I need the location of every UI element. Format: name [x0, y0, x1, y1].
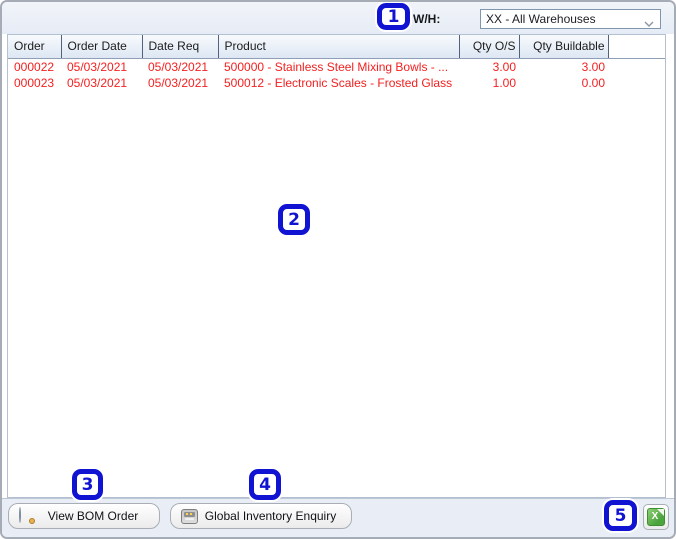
cell-qty-buildable: 0.00	[581, 75, 605, 90]
callout-2-number: 2	[288, 209, 300, 230]
bom-orders-window: W/H: XX - All Warehouses Order Order Dat…	[0, 0, 676, 539]
magnifier-icon	[19, 507, 35, 524]
cell-product: 500000 - Stainless Steel Mixing Bowls - …	[224, 59, 449, 74]
cell-date-req: 05/03/2021	[148, 75, 209, 90]
callout-1-number: 1	[387, 6, 400, 27]
cell-order-date: 05/03/2021	[67, 59, 128, 74]
cell-qty-os: 3.00	[492, 59, 516, 74]
excel-export-icon: X	[647, 508, 665, 526]
callout-3-number: 3	[81, 474, 94, 495]
cell-order: 000023	[14, 75, 55, 90]
global-inventory-enquiry-label: Global Inventory Enquiry	[204, 509, 337, 523]
column-header-order[interactable]: Order	[8, 35, 62, 59]
inventory-drawer-icon	[181, 508, 198, 524]
column-header-qty-buildable[interactable]: Qty Buildable	[519, 35, 609, 59]
warehouse-dropdown[interactable]: XX - All Warehouses	[480, 9, 661, 29]
annotation-callout-2: 2	[278, 204, 310, 235]
view-bom-order-label: View BOM Order	[47, 509, 139, 523]
cell-date-req: 05/03/2021	[148, 59, 209, 74]
annotation-callout-4: 4	[249, 469, 281, 500]
warehouse-label: W/H:	[413, 12, 441, 26]
column-header-order-date[interactable]: Order Date	[61, 35, 143, 59]
column-header-date-req[interactable]: Date Req	[142, 35, 219, 59]
cell-product: 500012 - Electronic Scales - Frosted Gla…	[224, 75, 453, 90]
column-header-filler	[608, 35, 665, 59]
table-row[interactable]: 000023 05/03/2021 05/03/2021 500012 - El…	[8, 75, 665, 91]
column-header-product[interactable]: Product	[218, 35, 460, 59]
table-row[interactable]: 000022 05/03/2021 05/03/2021 500000 - St…	[8, 58, 665, 75]
cell-order: 000022	[14, 59, 55, 74]
cell-qty-os: 1.00	[492, 75, 516, 90]
annotation-callout-5: 5	[604, 500, 637, 531]
callout-4-number: 4	[259, 474, 271, 495]
view-bom-order-button[interactable]: View BOM Order	[8, 503, 160, 529]
warehouse-dropdown-value: XX - All Warehouses	[486, 12, 596, 26]
chevron-down-icon	[644, 17, 654, 31]
callout-5-number: 5	[614, 505, 627, 526]
orders-grid: Order Order Date Date Req Product Qty O/…	[7, 34, 666, 498]
export-to-excel-button[interactable]: X	[643, 504, 669, 530]
grid-header-row: Order Order Date Date Req Product Qty O/…	[8, 35, 665, 59]
cell-filler	[608, 58, 665, 75]
annotation-callout-3: 3	[72, 469, 103, 500]
cell-filler	[608, 75, 665, 91]
column-header-qty-os[interactable]: Qty O/S	[459, 35, 520, 59]
cell-qty-buildable: 3.00	[581, 59, 605, 74]
global-inventory-enquiry-button[interactable]: Global Inventory Enquiry	[170, 503, 352, 529]
annotation-callout-1: 1	[377, 3, 410, 30]
cell-order-date: 05/03/2021	[67, 75, 128, 90]
